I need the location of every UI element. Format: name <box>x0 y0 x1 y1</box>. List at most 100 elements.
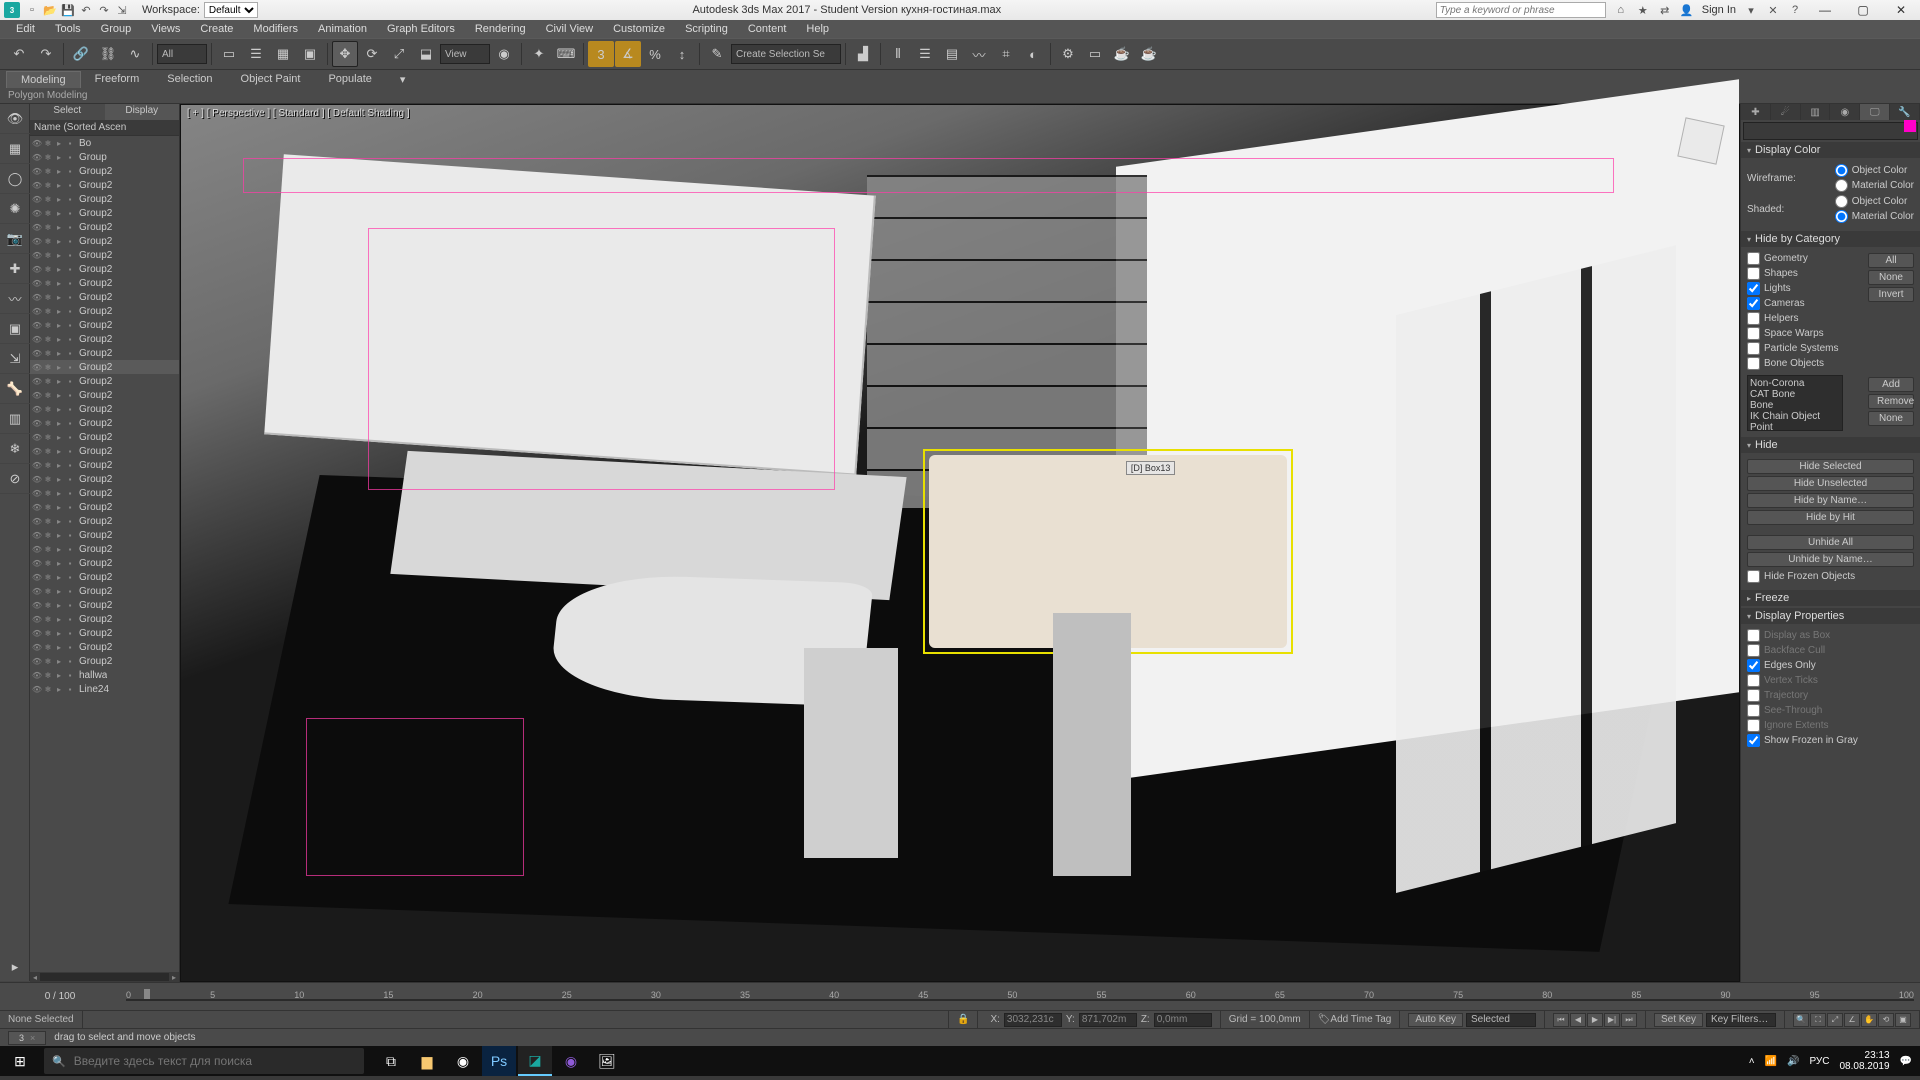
scene-row[interactable]: 👁❄▸▪Group2 <box>30 528 179 542</box>
scene-row[interactable]: 👁❄▸▪Group2 <box>30 598 179 612</box>
scene-row[interactable]: 👁❄▸▪Group2 <box>30 654 179 668</box>
scene-hscroll[interactable]: ◂▸ <box>30 972 179 982</box>
snap-toggle-button[interactable]: 3 <box>588 41 614 67</box>
all-button[interactable]: All <box>1868 253 1914 268</box>
scene-tree[interactable]: 👁❄▸▪Bo👁❄▸▪Group👁❄▸▪Group2👁❄▸▪Group2👁❄▸▪G… <box>30 136 179 972</box>
bind-spacewrap-button[interactable]: ∿ <box>122 41 148 67</box>
edit-named-sel-button[interactable]: ✎ <box>704 41 730 67</box>
display-helpers-icon[interactable]: ✚ <box>0 254 30 284</box>
shaded-object-color[interactable]: Object Color <box>1835 194 1914 209</box>
scene-row[interactable]: 👁❄▸▪Group2 <box>30 458 179 472</box>
scene-row[interactable]: 👁❄▸▪Group2 <box>30 360 179 374</box>
tab-motion-icon[interactable]: ◉ <box>1830 104 1860 120</box>
display-lights-icon[interactable]: ✺ <box>0 194 30 224</box>
scene-row[interactable]: 👁❄▸▪Group2 <box>30 276 179 290</box>
tab-display-icon[interactable]: 🖵 <box>1860 104 1890 120</box>
expand-icon[interactable]: ▸ <box>0 952 30 982</box>
pan-icon[interactable]: ✋ <box>1861 1013 1877 1027</box>
toggle-ribbon-button[interactable]: ▤ <box>939 41 965 67</box>
scene-row[interactable]: 👁❄▸▪Group2 <box>30 640 179 654</box>
save-icon[interactable]: 💾 <box>60 2 76 18</box>
display-cameras-icon[interactable]: 📷 <box>0 224 30 254</box>
ref-coord-combo[interactable]: View <box>440 44 490 64</box>
menu-animation[interactable]: Animation <box>308 21 377 37</box>
explorer-icon[interactable]: ▆ <box>410 1046 444 1076</box>
scene-row[interactable]: 👁❄▸▪Group2 <box>30 178 179 192</box>
menu-content[interactable]: Content <box>738 21 797 37</box>
rollout-head[interactable]: Hide by Category <box>1741 231 1920 247</box>
scene-row[interactable]: 👁❄▸▪Group2 <box>30 500 179 514</box>
ribbon-tab-object-paint[interactable]: Object Paint <box>227 71 315 87</box>
rollout-head[interactable]: Display Color <box>1741 142 1920 158</box>
viewcube[interactable] <box>1671 111 1731 171</box>
scene-row[interactable]: 👁❄▸▪Group <box>30 150 179 164</box>
display-bones-icon[interactable]: 🦴 <box>0 374 30 404</box>
close-icon[interactable]: × <box>30 1033 35 1043</box>
dispprop-show-frozen-in-gray[interactable]: Show Frozen in Gray <box>1747 733 1914 748</box>
zoom-icon[interactable]: 🔍 <box>1793 1013 1809 1027</box>
undo-icon[interactable]: ↶ <box>78 2 94 18</box>
render-iterative-button[interactable]: ☕ <box>1136 41 1162 67</box>
select-object-button[interactable]: ▭ <box>216 41 242 67</box>
ribbon-tab-modeling[interactable]: Modeling <box>6 71 81 88</box>
material-editor-button[interactable]: ◐ <box>1020 41 1046 67</box>
schematic-view-button[interactable]: ⌗ <box>993 41 1019 67</box>
dispprop-see-through[interactable]: See-Through <box>1747 703 1914 718</box>
menu-customize[interactable]: Customize <box>603 21 675 37</box>
image-icon[interactable]: 🖼 <box>590 1046 624 1076</box>
menu-help[interactable]: Help <box>796 21 839 37</box>
select-rotate-button[interactable]: ⟳ <box>359 41 385 67</box>
tab-utilities-icon[interactable]: 🔧 <box>1890 104 1920 120</box>
z-input[interactable] <box>1154 1013 1212 1027</box>
remove-button[interactable]: Remove <box>1868 394 1914 409</box>
layers-button[interactable]: ☰ <box>912 41 938 67</box>
hidecat-particle-systems[interactable]: Particle Systems <box>1747 341 1914 356</box>
scene-row[interactable]: 👁❄▸▪Group2 <box>30 486 179 500</box>
dispprop-vertex-ticks[interactable]: Vertex Ticks <box>1747 673 1914 688</box>
scene-row[interactable]: 👁❄▸▪Group2 <box>30 556 179 570</box>
network-icon[interactable]: 📶 <box>1765 1056 1777 1067</box>
display-geometry-icon[interactable]: ▦ <box>0 134 30 164</box>
scene-row[interactable]: 👁❄▸▪Group2 <box>30 304 179 318</box>
next-frame-icon[interactable]: ▶| <box>1604 1013 1620 1027</box>
scene-row[interactable]: 👁❄▸▪Group2 <box>30 192 179 206</box>
display-all-icon[interactable]: 👁 <box>0 104 30 134</box>
none-button[interactable]: None <box>1868 270 1914 285</box>
menu-create[interactable]: Create <box>190 21 243 37</box>
scene-row[interactable]: 👁❄▸▪Group2 <box>30 248 179 262</box>
taskview-icon[interactable]: ⧉ <box>374 1046 408 1076</box>
scene-row[interactable]: 👁❄▸▪Group2 <box>30 402 179 416</box>
open-icon[interactable]: 📂 <box>42 2 58 18</box>
scene-row[interactable]: 👁❄▸▪Group2 <box>30 514 179 528</box>
menu-tools[interactable]: Tools <box>45 21 91 37</box>
time-slider-track[interactable]: 0510152025303540455055606570758085909510… <box>126 986 1914 1008</box>
scene-row[interactable]: 👁❄▸▪Group2 <box>30 542 179 556</box>
language-indicator[interactable]: РУС <box>1809 1056 1829 1067</box>
dispprop-edges-only[interactable]: Edges Only <box>1747 658 1914 673</box>
mirror-button[interactable]: ▟ <box>850 41 876 67</box>
redo-icon[interactable]: ↷ <box>96 2 112 18</box>
tab-display[interactable]: Display <box>105 104 180 120</box>
hidecat-helpers[interactable]: Helpers <box>1747 311 1914 326</box>
spinner-snap-button[interactable]: ↕ <box>669 41 695 67</box>
ribbon-tab-freeform[interactable]: Freeform <box>81 71 154 87</box>
unhide-allbutton[interactable]: Unhide All <box>1747 535 1914 550</box>
scene-row[interactable]: 👁❄▸▪Group2 <box>30 220 179 234</box>
hidecat-geometry[interactable]: Geometry <box>1747 251 1868 266</box>
zoom-all-icon[interactable]: ⛶ <box>1810 1013 1826 1027</box>
scene-row[interactable]: 👁❄▸▪Group2 <box>30 626 179 640</box>
scene-row[interactable]: 👁❄▸▪Group2 <box>30 388 179 402</box>
scene-row[interactable]: 👁❄▸▪Group2 <box>30 374 179 388</box>
select-place-button[interactable]: ⬓ <box>413 41 439 67</box>
scene-row[interactable]: 👁❄▸▪Line24 <box>30 682 179 696</box>
select-name-button[interactable]: ☰ <box>243 41 269 67</box>
sync-icon[interactable]: ✕ <box>1766 3 1780 17</box>
volume-icon[interactable]: 🔊 <box>1787 1056 1799 1067</box>
scene-tab[interactable]: 3× <box>8 1031 46 1045</box>
hide-by-hitbutton[interactable]: Hide by Hit <box>1747 510 1914 525</box>
infocenter-icon[interactable]: ⌂ <box>1614 3 1628 17</box>
user-icon[interactable]: 👤 <box>1680 3 1694 17</box>
align-button[interactable]: ⫴ <box>885 41 911 67</box>
goto-start-icon[interactable]: ⏮ <box>1553 1013 1569 1027</box>
scene-row[interactable]: 👁❄▸▪Group2 <box>30 570 179 584</box>
